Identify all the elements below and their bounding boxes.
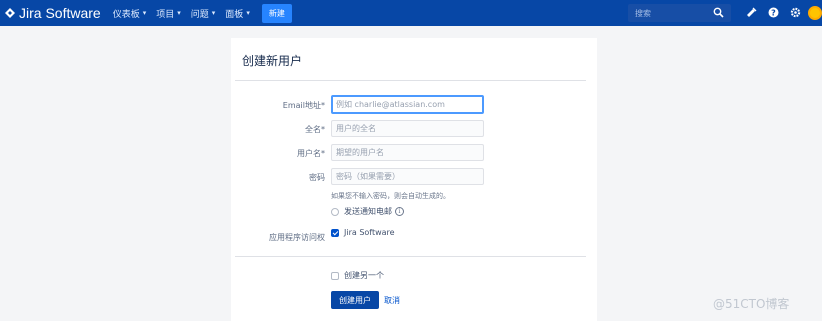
chevron-down-icon: ▾ (142, 9, 147, 17)
password-hint: 如果您不输入密码，则会自动生成的。 (331, 192, 450, 200)
cancel-link[interactable]: 取消 (384, 295, 400, 306)
username-label: 用户名* (297, 149, 325, 158)
fullname-label: 全名* (305, 125, 325, 134)
password-label: 密码 (309, 173, 325, 182)
create-another-label: 创建另一个 (344, 271, 384, 280)
fullname-field[interactable] (331, 120, 484, 137)
email-field[interactable] (331, 95, 484, 114)
notify-row[interactable]: 发送通知电邮 i (331, 206, 404, 217)
header-icons: ? (744, 5, 810, 19)
create-button[interactable]: 新建 (261, 3, 292, 23)
search-box (628, 4, 731, 22)
create-user-button[interactable]: 创建用户 (331, 291, 379, 309)
password-field[interactable] (331, 168, 484, 185)
nav-dashboards-label: 仪表板 (112, 9, 140, 20)
section-divider (235, 256, 586, 257)
nav-issues[interactable]: 问题 ▾ (191, 7, 216, 20)
gear-icon[interactable] (788, 5, 802, 19)
search-icon[interactable] (713, 7, 724, 18)
app-access-label: 应用程序访问权 (269, 233, 325, 242)
nav-projects-label: 项目 (156, 9, 175, 20)
nav-boards[interactable]: 面板 ▾ (225, 7, 250, 20)
user-avatar[interactable] (808, 6, 822, 20)
nav-issues-label: 问题 (190, 9, 209, 20)
chevron-down-icon: ▾ (211, 9, 216, 17)
main-nav: 仪表板 ▾ 项目 ▾ 问题 ▾ 面板 ▾ 新建 (113, 3, 292, 23)
nav-boards-label: 面板 (225, 9, 244, 20)
app-access-row[interactable]: Jira Software (331, 228, 395, 237)
jira-software-checkbox[interactable] (331, 228, 339, 237)
help-icon[interactable]: ? (766, 5, 780, 19)
chevron-down-icon: ▾ (177, 9, 181, 17)
info-icon[interactable]: i (395, 207, 404, 216)
chevron-down-icon: ▾ (246, 9, 250, 17)
create-another-row[interactable]: 创建另一个 (331, 270, 384, 281)
title-divider (235, 80, 586, 81)
nav-dashboards[interactable]: 仪表板 ▾ (113, 7, 147, 20)
page-title: 创建新用户 (242, 54, 303, 68)
email-label: Email地址* (282, 101, 325, 110)
notify-checkbox[interactable] (331, 207, 339, 216)
top-navigation-bar: Jira Software 仪表板▾ 项目▾ 问题▾ 面板▾ 新建 ? (0, 0, 822, 26)
search-input[interactable] (628, 8, 708, 18)
product-name: Jira Software (19, 5, 101, 21)
notifications-icon[interactable] (744, 5, 758, 19)
nav-projects[interactable]: 项目 ▾ (156, 7, 181, 20)
jira-logo-icon (5, 8, 15, 18)
username-field[interactable] (331, 144, 484, 161)
svg-text:?: ? (771, 8, 776, 17)
create-another-checkbox[interactable] (331, 271, 339, 280)
jira-software-label: Jira Software (344, 228, 395, 237)
jira-logo[interactable]: Jira Software (5, 5, 101, 21)
create-user-panel: 创建新用户 Email地址* 全名* 用户名* 密码 如果您不输入密码，则会自动… (231, 38, 597, 321)
watermark: @51CTO博客 (713, 297, 790, 311)
notify-label: 发送通知电邮 (344, 207, 392, 216)
